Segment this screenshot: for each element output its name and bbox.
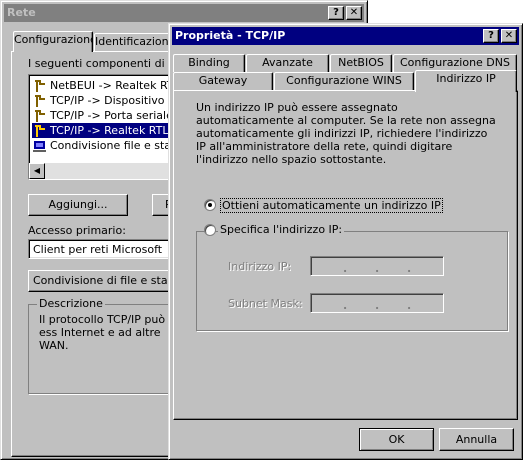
components-list[interactable]: NetBEUI -> Realtek RTL TCP/IP -> Disposi… <box>28 74 188 180</box>
primary-access-label: Accesso primario: <box>28 224 126 237</box>
auto-ip-radio[interactable] <box>204 199 216 211</box>
tab-configurazione-wins[interactable]: Configurazione WINS <box>274 72 414 90</box>
ip-address-field[interactable]: . . . <box>310 256 444 276</box>
network-protocol-icon <box>32 124 48 138</box>
close-button[interactable]: ✕ <box>346 6 362 20</box>
dialog-title: Proprietà - TCP/IP <box>175 29 286 42</box>
manual-ip-label[interactable]: Specifica l'indirizzo IP: <box>218 223 345 236</box>
ip-address-panel: Un indirizzo IP può essere assegnato aut… <box>173 90 518 420</box>
components-label: I seguenti componenti di rete <box>28 57 191 70</box>
tab-avanzate[interactable]: Avanzate <box>246 54 329 72</box>
list-item[interactable]: TCP/IP -> Porta seriale p <box>32 108 183 123</box>
description-text: Il protocollo TCP/IP può ess Internet e … <box>39 313 166 352</box>
dialog-titlebar[interactable]: Proprietà - TCP/IP ? ✕ <box>172 27 519 45</box>
subnet-mask-label: Subnet Mask: <box>228 297 303 310</box>
network-protocol-icon <box>32 79 48 93</box>
subnet-mask-field[interactable]: . . . <box>310 293 444 313</box>
tab-gateway[interactable]: Gateway <box>173 72 273 90</box>
list-item[interactable]: Condivisione file e stampa <box>32 138 187 153</box>
add-button[interactable]: Aggiungi... <box>28 194 128 216</box>
network-protocol-icon <box>32 94 48 108</box>
info-text: Un indirizzo IP può essere assegnato aut… <box>196 101 496 166</box>
tab-configurazione[interactable]: Configurazione <box>13 31 93 52</box>
list-item[interactable]: TCP/IP -> Dispositivo di A <box>32 93 187 108</box>
ok-button[interactable]: OK <box>359 428 434 451</box>
tcpip-properties-dialog: Proprietà - TCP/IP ? ✕ Binding Avanzate … <box>168 23 523 460</box>
file-sharing-icon <box>32 140 48 153</box>
tab-indirizzo-ip[interactable]: Indirizzo IP <box>415 70 517 92</box>
file-sharing-button[interactable]: Condivisione di file e stampan <box>28 270 188 292</box>
tab-netbios[interactable]: NetBIOS <box>330 54 392 72</box>
list-item[interactable]: TCP/IP -> Realtek RTL8 <box>32 123 187 138</box>
help-button[interactable]: ? <box>328 6 344 20</box>
close-button[interactable]: ✕ <box>501 29 517 43</box>
ip-address-label: Indirizzo IP: <box>228 260 292 273</box>
network-window-titlebar[interactable]: Rete ? ✕ <box>4 4 364 22</box>
manual-ip-group <box>196 231 508 331</box>
scroll-left-button[interactable]: ◀ <box>29 163 45 179</box>
tab-binding[interactable]: Binding <box>173 54 245 72</box>
auto-ip-label[interactable]: Ottieni automaticamente un indirizzo IP <box>220 198 443 213</box>
tab-identificazione[interactable]: Identificazione <box>94 33 174 51</box>
list-item[interactable]: NetBEUI -> Realtek RTL <box>32 78 180 93</box>
manual-ip-radio[interactable] <box>204 224 216 236</box>
primary-access-select[interactable]: Client per reti Microsoft <box>28 239 188 259</box>
cancel-button[interactable]: Annulla <box>439 428 514 451</box>
description-label: Descrizione <box>37 297 105 310</box>
help-button[interactable]: ? <box>483 29 499 43</box>
horizontal-scrollbar[interactable]: ◀ <box>29 163 187 179</box>
network-protocol-icon <box>32 109 48 123</box>
network-window-title: Rete <box>7 6 36 19</box>
